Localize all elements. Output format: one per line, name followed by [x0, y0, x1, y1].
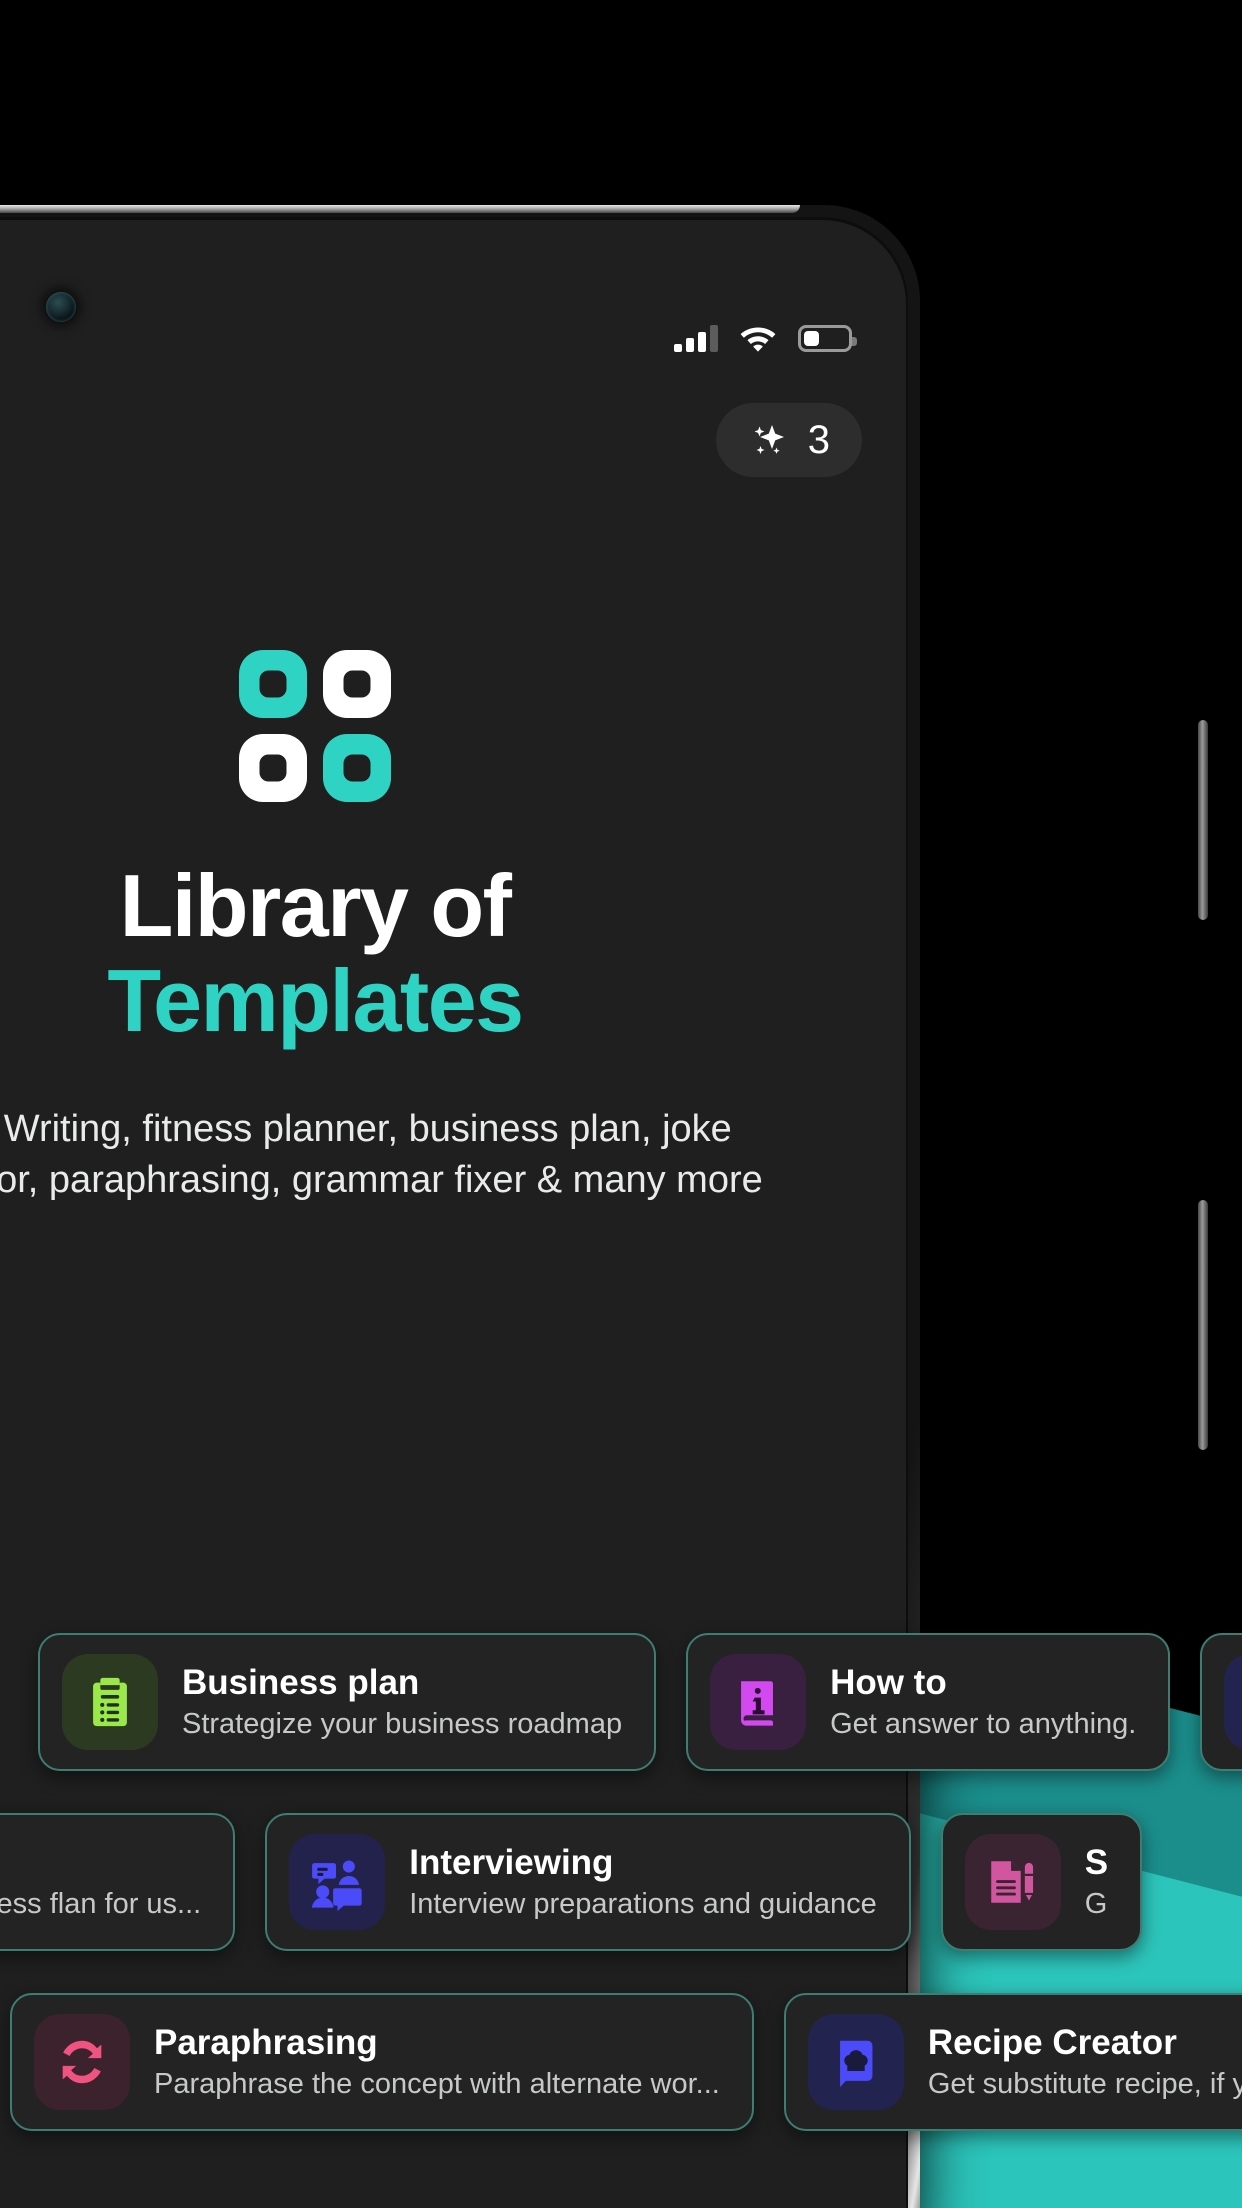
template-card-text: SG [1085, 1845, 1108, 1919]
info-book-icon [710, 1654, 807, 1750]
template-card[interactable]: SG [940, 1813, 1143, 1951]
template-row-2: r alized fitness flan for us... Interview… [0, 1813, 1143, 1951]
signal-bars-icon [674, 324, 718, 352]
wifi-icon [740, 325, 776, 352]
page-subtitle: Email Writing, fitness planner, business… [0, 1108, 763, 1201]
template-card-description: Get substitute recipe, if you [927, 2068, 1242, 2100]
template-card[interactable]: r alized fitness flan for us... [0, 1813, 236, 1951]
credits-badge[interactable]: 3 [715, 403, 862, 477]
partial-card-icon [1224, 1654, 1242, 1750]
template-card-description: alized fitness flan for us... [0, 1888, 202, 1920]
page-title: Library of Templates [0, 858, 906, 1048]
template-card-description: G [1084, 1888, 1108, 1920]
template-card-text: Recipe Creator Get substitute recipe, if … [928, 2025, 1242, 2099]
template-card-description: Interview preparations and guidance [409, 1888, 877, 1920]
battery-level-fill [804, 330, 819, 346]
template-card-text: Interviewing Interview preparations and g… [409, 1845, 877, 1919]
template-row-1: Business plan Strategize your business ro… [38, 1633, 1242, 1771]
document-pencil-icon [964, 1834, 1061, 1930]
hero-section: Library of Templates Email Writing, fitn… [0, 650, 906, 1205]
interview-people-icon [289, 1834, 386, 1930]
template-card-title: Recipe Creator [927, 2023, 1177, 2062]
template-card-description: Get answer to anything. [830, 1708, 1137, 1740]
phone-side-button-volume[interactable] [1198, 720, 1208, 920]
template-card-title: S [1084, 1843, 1109, 1882]
template-card-title: r [0, 1845, 201, 1880]
phone-side-button-power[interactable] [1198, 1200, 1208, 1450]
template-card-text: Business plan Strategize your business ro… [182, 1665, 622, 1739]
template-card-description: Paraphrase the concept with alternate wo… [154, 2068, 720, 2100]
sparkle-icon [748, 419, 790, 461]
page-title-line1: Library of [119, 856, 512, 955]
clipboard-list-icon [62, 1654, 158, 1750]
status-bar [0, 312, 906, 364]
template-card-title: Interviewing [409, 1843, 614, 1882]
battery-icon [798, 324, 857, 352]
template-card-title: How to [830, 1663, 947, 1702]
credits-count: 3 [807, 417, 830, 462]
template-card-title: Paraphrasing [154, 2023, 378, 2062]
logo-cell-4 [323, 734, 391, 802]
template-card-description: Strategize your business roadmap [182, 1708, 623, 1740]
template-card[interactable]: Recipe Creator Get substitute recipe, if … [783, 1993, 1242, 2131]
page-title-line2: Templates [107, 951, 524, 1051]
template-card-text: r alized fitness flan for us... [0, 1845, 201, 1919]
template-card-title: Business plan [182, 1663, 420, 1702]
recipe-book-icon [807, 2014, 904, 2110]
phone-top-gloss [0, 205, 800, 213]
template-card[interactable]: How to Get answer to anything. [686, 1633, 1171, 1771]
template-card[interactable]: Paraphrasing Paraphrase the concept with … [10, 1993, 754, 2131]
template-card[interactable]: Business plan Strategize your business ro… [38, 1633, 657, 1771]
logo-cell-2 [323, 650, 391, 718]
template-row-3: Paraphrasing Paraphrase the concept with … [10, 1993, 1242, 2131]
template-card-text: Paraphrasing Paraphrase the concept with … [154, 2025, 720, 2099]
logo-cell-3 [239, 734, 307, 802]
app-logo-icon [235, 650, 395, 802]
app-top-bar: tory 3 [0, 398, 906, 482]
template-card[interactable] [1200, 1633, 1242, 1771]
template-card-text: How to Get answer to anything. [830, 1665, 1136, 1739]
logo-cell-1 [239, 650, 307, 718]
screenshot-stage: tory 3 [0, 0, 1242, 2208]
template-card[interactable]: Interviewing Interview preparations and g… [265, 1813, 911, 1951]
refresh-cycle-icon [34, 2014, 130, 2110]
